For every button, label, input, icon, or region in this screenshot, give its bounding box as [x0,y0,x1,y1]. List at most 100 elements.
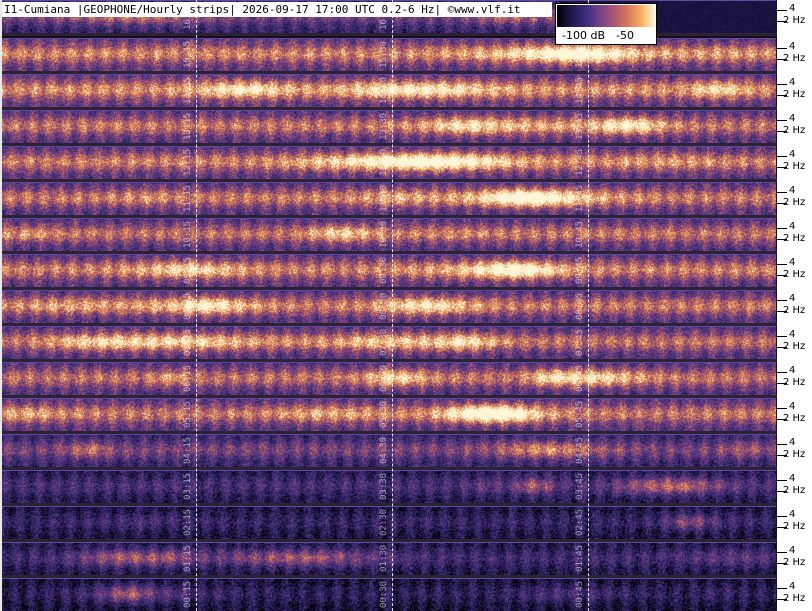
time-tick-label: 11:15 [183,184,193,212]
time-tick-label: 09:45 [575,256,585,284]
time-tick-label: 09:30 [379,256,389,284]
strip-hour-11 [2,182,776,215]
time-tick-label: 08:15 [183,292,193,320]
time-tick-label: 15:30 [379,40,389,68]
time-tick-label: 14:45 [575,76,585,104]
colorbar-min-label: -100 dB [562,29,605,42]
strip-hour-15 [2,38,776,71]
freq-tick-4 [777,552,787,553]
colorbar-max-label: -50 [616,29,634,42]
freq-label-4: 4 [789,41,796,52]
time-tick-label: 07:30 [379,328,389,356]
strip-spectrogram [2,183,776,215]
time-tick-label: 00:15 [183,580,193,608]
quarter-hour-line [588,0,589,611]
time-tick-label: 12:15 [183,148,193,176]
spectrogram-plot: 16:1516:3015:1515:3015:4514:1514:3014:45… [0,0,777,611]
strip-spectrogram [2,363,776,395]
time-tick-label: 09:15 [183,256,193,284]
strip-spectrogram [2,399,776,431]
strip-hour-00 [2,578,776,611]
strip-spectrogram [2,435,776,467]
colorbar-legend: -100 dB -50 [555,3,657,45]
time-tick-label: 00:45 [575,580,585,608]
chart-title: I1-Cumiana |GEOPHONE/Hourly strips| 2026… [2,2,552,17]
freq-label-2hz: 2 Hz [783,341,806,352]
time-tick-label: 03:30 [379,472,389,500]
freq-label-2hz: 2 Hz [783,557,806,568]
freq-label-2hz: 2 Hz [783,125,806,136]
freq-tick-4 [777,228,787,229]
time-tick-label: 02:45 [575,508,585,536]
time-tick-label: 03:15 [183,472,193,500]
freq-tick-4 [777,444,787,445]
freq-tick-4 [777,84,787,85]
time-tick-label: 12:45 [575,148,585,176]
time-tick-label: 05:15 [183,400,193,428]
freq-label-2hz: 2 Hz [783,89,806,100]
strip-spectrogram [2,471,776,503]
time-tick-label: 14:30 [379,76,389,104]
freq-label-4: 4 [789,401,796,412]
time-tick-label: 12:30 [379,148,389,176]
freq-label-2hz: 2 Hz [783,485,806,496]
strip-hour-04 [2,434,776,467]
time-tick-label: 02:30 [379,508,389,536]
strip-hour-01 [2,542,776,575]
time-tick-label: 01:15 [183,544,193,572]
quarter-hour-line [196,0,197,611]
freq-label-4: 4 [789,365,796,376]
strip-spectrogram [2,75,776,107]
freq-label-4: 4 [789,185,796,196]
quarter-hour-line [392,0,393,611]
time-tick-label: 11:30 [379,184,389,212]
strip-hour-13 [2,110,776,143]
freq-label-2hz: 2 Hz [783,161,806,172]
freq-label-4: 4 [789,149,796,160]
time-tick-label: 03:45 [575,472,585,500]
strip-spectrogram [2,291,776,323]
time-tick-label: 13:45 [575,112,585,140]
time-tick-label: 10:30 [379,220,389,248]
strip-hour-14 [2,74,776,107]
plot-left-edge [0,0,2,611]
freq-tick-4 [777,192,787,193]
freq-label-4: 4 [789,257,796,268]
strip-hour-09 [2,254,776,287]
time-tick-label: 05:45 [575,400,585,428]
time-tick-label: 15:15 [183,40,193,68]
time-tick-label: 10:45 [575,220,585,248]
freq-label-4: 4 [789,545,796,556]
strip-spectrogram [2,579,776,611]
time-tick-label: 05:30 [379,400,389,428]
strip-spectrogram [2,543,776,575]
freq-label-2hz: 2 Hz [783,305,806,316]
strip-hour-05 [2,398,776,431]
strip-spectrogram [2,39,776,71]
strip-hour-08 [2,290,776,323]
time-tick-label: 04:15 [183,436,193,464]
freq-label-2hz: 2 Hz [783,593,806,604]
freq-label-4: 4 [789,329,796,340]
freq-label-4: 4 [789,581,796,592]
time-tick-label: 07:45 [575,328,585,356]
time-tick-label: 01:30 [379,544,389,572]
freq-label-4: 4 [789,77,796,88]
strip-spectrogram [2,327,776,359]
time-tick-label: 13:15 [183,112,193,140]
freq-label-2hz: 2 Hz [783,197,806,208]
freq-tick-4 [777,588,787,589]
freq-label-2hz: 2 Hz [783,377,806,388]
strip-hour-10 [2,218,776,251]
frequency-axis: 42 Hz 4 2 Hz 4 2 Hz 4 2 Hz 4 2 Hz 4 2 Hz 4 2 Hz 4 2 Hz… [777,0,812,611]
freq-label-4: 4 [789,293,796,304]
strip-hour-02 [2,506,776,539]
freq-label-4: 4 [789,437,796,448]
freq-label-2hz: 2 Hz [783,233,806,244]
freq-label-2hz: 2 Hz [783,449,806,460]
freq-label-2hz: 2 Hz [783,413,806,424]
strip-spectrogram [2,111,776,143]
time-tick-label: 14:15 [183,76,193,104]
freq-tick-4 [777,120,787,121]
freq-label-4: 4 [789,473,796,484]
